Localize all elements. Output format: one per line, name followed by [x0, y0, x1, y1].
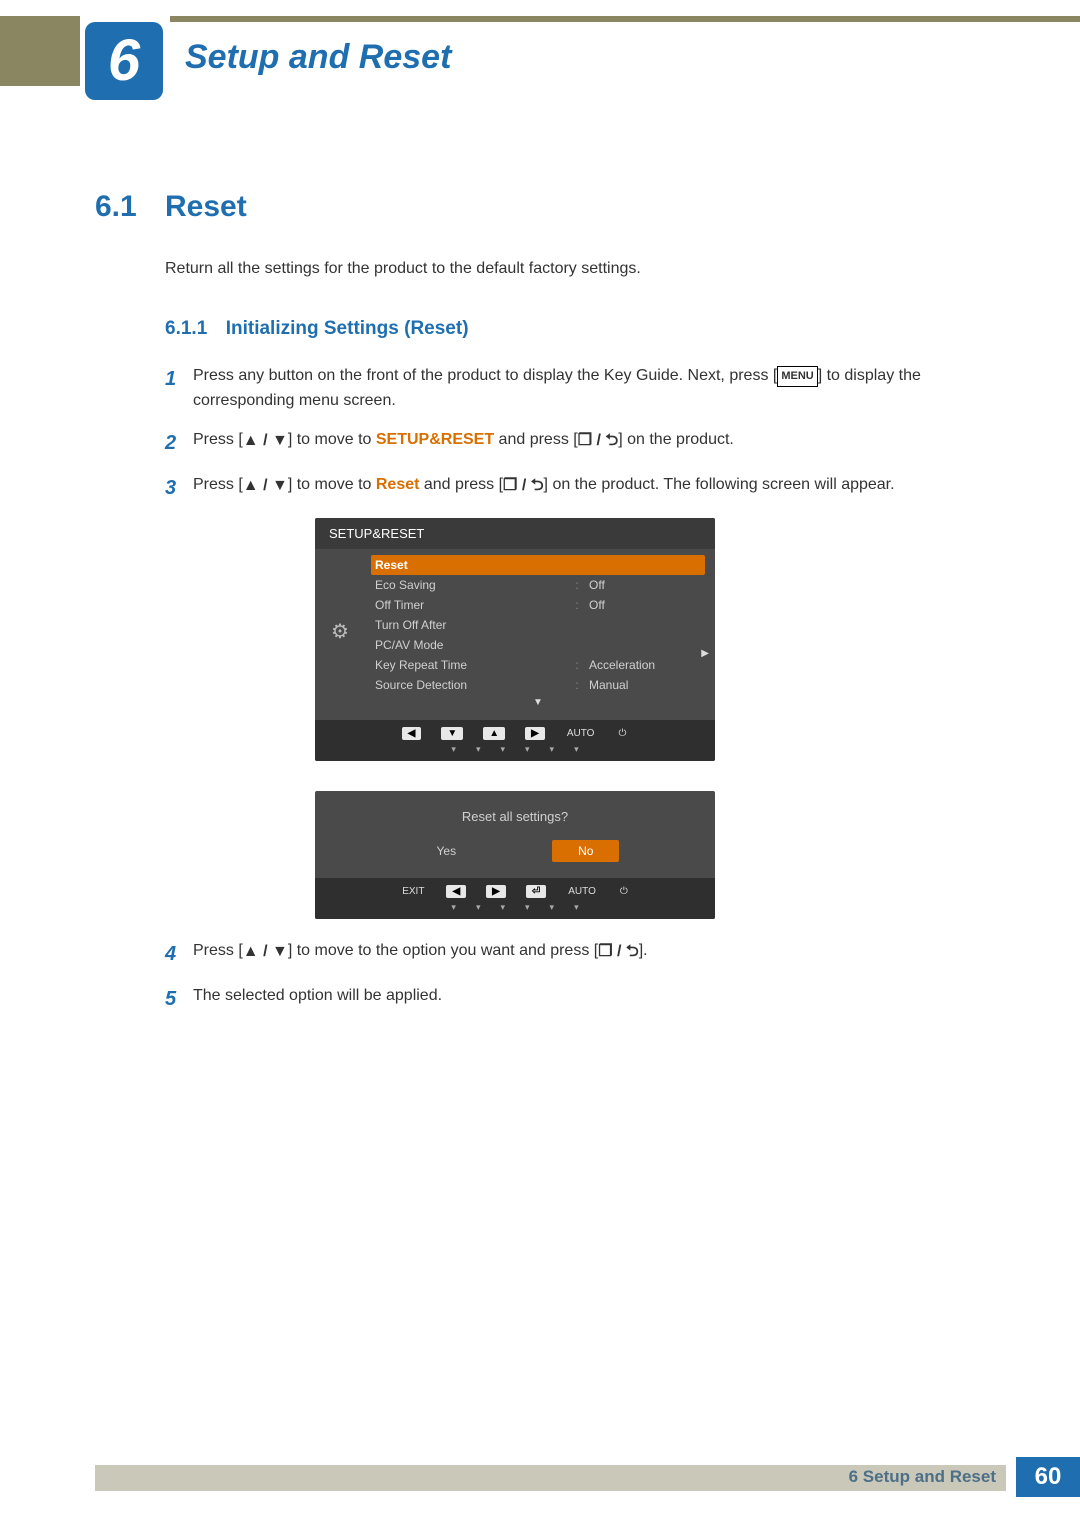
subsection-number: 6.1.1 [165, 318, 207, 339]
osd-screenshots: SETUP&RESET ⚙ Reset Eco Saving:Off Off T… [315, 518, 985, 919]
nav-up-icon[interactable]: ▲ [483, 727, 505, 740]
dialog-no-button[interactable]: No [552, 840, 619, 862]
osd-nav-bar: ◀ ▼ ▲ ▶ AUTO ⏻ [315, 720, 715, 744]
up-down-icon: ▲ / ▼ [243, 429, 288, 454]
section-title: Reset [165, 190, 247, 224]
osd-reset-dialog: Reset all settings? Yes No EXIT ◀ ▶ ⏎ AU… [315, 791, 715, 919]
step-text: Press [▲ / ▼] to move to the option you … [193, 939, 648, 970]
osd-row-reset[interactable]: Reset [371, 555, 705, 575]
osd-row-turn-off-after[interactable]: Turn Off After [371, 615, 705, 635]
subsection-title: Initializing Settings (Reset) [226, 318, 469, 339]
steps-list: 1 Press any button on the front of the p… [165, 364, 985, 1015]
osd-row-key-repeat[interactable]: Key Repeat Time:Acceleration [371, 655, 705, 675]
dialog-question: Reset all settings? [315, 809, 715, 824]
step-text: The selected option will be applied. [193, 984, 442, 1015]
footer-page-number: 60 [1016, 1457, 1080, 1497]
chevron-right-icon: ▶ [701, 648, 709, 659]
osd-row-eco-saving[interactable]: Eco Saving:Off [371, 575, 705, 595]
nav-down-icon[interactable]: ▼ [441, 727, 463, 740]
menu-key-icon: MENU [777, 366, 817, 387]
nav-left-icon[interactable]: ◀ [446, 885, 466, 898]
scroll-down-icon: ▼ [371, 695, 705, 708]
step-number: 5 [165, 984, 193, 1015]
page-footer: 6 Setup and Reset 60 [95, 1457, 1080, 1497]
chapter-header: 6 Setup and Reset [0, 10, 1080, 90]
up-down-icon: ▲ / ▼ [243, 474, 288, 499]
osd-row-off-timer[interactable]: Off Timer:Off [371, 595, 705, 615]
osd-title: SETUP&RESET [315, 518, 715, 549]
header-accent-left [0, 16, 80, 86]
nav-exit-label[interactable]: EXIT [400, 885, 426, 898]
osd-dialog-nav-bar: EXIT ◀ ▶ ⏎ AUTO ⏻ [315, 878, 715, 902]
step-3: 3 Press [▲ / ▼] to move to Reset and pre… [165, 473, 985, 504]
subsection-heading: 6.1.1 Initializing Settings (Reset) [165, 318, 985, 340]
step-number: 4 [165, 939, 193, 970]
osd-nav-indicators: ▾▾▾▾▾▾ [315, 902, 715, 919]
step-5: 5 The selected option will be applied. [165, 984, 985, 1015]
osd-row-pcav-mode[interactable]: PC/AV Mode [371, 635, 705, 655]
nav-auto-label[interactable]: AUTO [565, 727, 597, 740]
step-number: 2 [165, 428, 193, 459]
page-content: 6.1 Reset Return all the settings for th… [95, 190, 985, 1029]
nav-auto-label[interactable]: AUTO [566, 885, 598, 898]
step-4: 4 Press [▲ / ▼] to move to the option yo… [165, 939, 985, 970]
osd-row-source-detection[interactable]: Source Detection:Manual [371, 675, 705, 695]
enter-source-icon: ❐ / ⮌ [503, 474, 544, 499]
up-down-icon: ▲ / ▼ [243, 940, 288, 965]
nav-enter-icon[interactable]: ⏎ [526, 885, 546, 898]
nav-back-icon[interactable]: ◀ [402, 727, 422, 740]
osd-menu-list: Reset Eco Saving:Off Off Timer:Off Turn … [365, 551, 715, 712]
step-number: 3 [165, 473, 193, 504]
step-text: Press [▲ / ▼] to move to Reset and press… [193, 473, 895, 504]
step-number: 1 [165, 364, 193, 414]
step-1: 1 Press any button on the front of the p… [165, 364, 985, 414]
nav-forward-icon[interactable]: ▶ [525, 727, 545, 740]
nav-right-icon[interactable]: ▶ [486, 885, 506, 898]
section-heading: 6.1 Reset [95, 190, 985, 224]
step-text: Press any button on the front of the pro… [193, 364, 985, 414]
osd-menu-setup-reset: SETUP&RESET ⚙ Reset Eco Saving:Off Off T… [315, 518, 715, 761]
section-number: 6.1 [95, 190, 165, 224]
highlight-reset: Reset [376, 476, 420, 493]
chapter-title: Setup and Reset [185, 38, 451, 77]
power-icon[interactable]: ⏻ [618, 885, 630, 898]
osd-nav-indicators: ▾▾▾▾▾▾ [315, 744, 715, 761]
power-icon[interactable]: ⏻ [616, 727, 628, 740]
header-accent-line [170, 16, 1080, 22]
dialog-yes-button[interactable]: Yes [411, 840, 483, 862]
section-intro: Return all the settings for the product … [165, 260, 985, 278]
footer-chapter-label: 6 Setup and Reset [849, 1467, 996, 1487]
enter-source-icon: ❐ / ⮌ [598, 940, 639, 965]
step-text: Press [▲ / ▼] to move to SETUP&RESET and… [193, 428, 734, 459]
enter-source-icon: ❐ / ⮌ [578, 429, 619, 454]
highlight-setup-reset: SETUP&RESET [376, 431, 494, 448]
step-2: 2 Press [▲ / ▼] to move to SETUP&RESET a… [165, 428, 985, 459]
gear-icon: ⚙ [315, 551, 365, 712]
chapter-number-badge: 6 [85, 22, 163, 100]
